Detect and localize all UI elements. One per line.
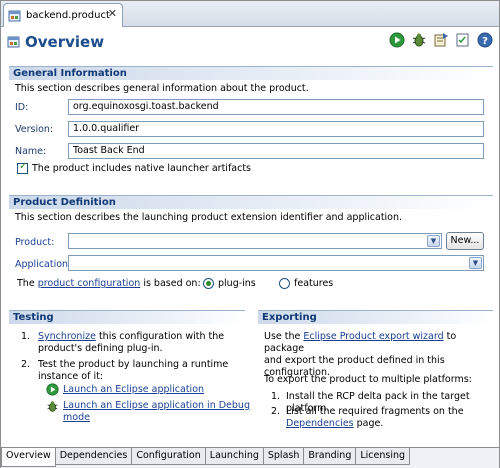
export-platforms-intro: To export the product to multiple platfo… bbox=[264, 374, 472, 385]
application-combo[interactable]: ▼ bbox=[68, 255, 484, 271]
testing-step-2-number: 2. bbox=[21, 359, 31, 370]
product-file-icon bbox=[8, 9, 22, 23]
plugins-radio-label: plug-ins bbox=[218, 278, 256, 289]
launch-debug-link-line-2[interactable]: mode bbox=[63, 412, 90, 423]
export-step-2-text: List all the required fragments on the bbox=[286, 406, 464, 417]
editor-page-tabs: Overview Dependencies Configuration Laun… bbox=[1, 447, 499, 468]
launcher-checkbox[interactable] bbox=[17, 161, 28, 174]
features-radio-label: features bbox=[294, 278, 334, 289]
product-export-wizard-link[interactable]: Eclipse Product export wizard bbox=[303, 331, 443, 342]
section-description: This section describes general informati… bbox=[15, 83, 309, 94]
features-radio[interactable] bbox=[279, 278, 290, 289]
synchronize-link[interactable]: Synchronize bbox=[38, 331, 96, 342]
launch-application-row[interactable]: Launch an Eclipse application bbox=[46, 383, 204, 396]
editor-tab-label: backend.product bbox=[26, 10, 110, 21]
section-title: Exporting bbox=[258, 310, 493, 324]
run-icon bbox=[46, 383, 59, 396]
tab-dependencies[interactable]: Dependencies bbox=[54, 448, 133, 465]
testing-step-1: Synchronize this configuration with the … bbox=[38, 331, 243, 355]
debug-icon[interactable] bbox=[411, 32, 427, 48]
name-label: Name: bbox=[15, 146, 47, 157]
launcher-checkbox-row[interactable]: The product includes native launcher art… bbox=[17, 161, 252, 174]
overview-icon bbox=[7, 35, 21, 49]
tab-overview[interactable]: Overview bbox=[1, 448, 56, 467]
id-field[interactable]: org.equinoxosgi.toast.backend bbox=[68, 99, 484, 115]
chevron-down-icon[interactable]: ▼ bbox=[427, 235, 440, 247]
export-icon[interactable] bbox=[433, 32, 449, 48]
based-on-row: The product configuration is based on: bbox=[17, 278, 201, 289]
export-line-1-prefix: Use the bbox=[264, 331, 301, 342]
testing-step-1-text: this configuration with the bbox=[98, 331, 225, 342]
launch-eclipse-application-link[interactable]: Launch an Eclipse application bbox=[63, 384, 204, 395]
tab-configuration[interactable]: Configuration bbox=[131, 448, 206, 465]
export-step-1-number: 1. bbox=[271, 391, 281, 402]
launcher-checkbox-label: The product includes native launcher art… bbox=[32, 163, 252, 174]
editor-tab-bar: backend.product ✕ bbox=[1, 1, 499, 27]
launch-debug-row[interactable]: Launch an Eclipse application in Debug m… bbox=[46, 400, 250, 424]
testing-step-1-text-2: product's defining plug-in. bbox=[38, 343, 163, 354]
synchronize-icon[interactable] bbox=[455, 32, 471, 48]
section-title: General Information bbox=[9, 66, 493, 80]
launch-debug-link-line-1[interactable]: Launch an Eclipse application in Debug bbox=[63, 400, 250, 411]
exporting-intro: Use the Eclipse Product export wizard to… bbox=[264, 331, 496, 379]
export-step-2-suffix: page. bbox=[356, 418, 384, 429]
version-label: Version: bbox=[15, 124, 54, 135]
id-label: ID: bbox=[15, 102, 29, 113]
form-toolbar: ? bbox=[389, 32, 493, 48]
name-field[interactable]: Toast Back End bbox=[68, 143, 484, 159]
testing-step-2-text: Test the product by launching a runtime bbox=[38, 359, 229, 370]
tab-branding[interactable]: Branding bbox=[303, 448, 357, 465]
testing-step-2: Test the product by launching a runtime … bbox=[38, 359, 243, 383]
close-icon[interactable]: ✕ bbox=[108, 7, 117, 20]
page-title: Overview bbox=[25, 33, 105, 51]
section-description: This section describes the launching pro… bbox=[15, 212, 403, 223]
radio-features-row[interactable]: features bbox=[279, 278, 333, 289]
chevron-down-icon[interactable]: ▼ bbox=[469, 257, 482, 269]
help-icon[interactable]: ? bbox=[477, 32, 493, 48]
based-on-prefix: The bbox=[17, 278, 35, 289]
testing-step-2-text-2: instance of it: bbox=[38, 371, 104, 382]
tab-launching[interactable]: Launching bbox=[204, 448, 264, 465]
section-title: Testing bbox=[9, 310, 245, 324]
product-combo[interactable]: ▼ bbox=[68, 233, 442, 249]
debug-icon bbox=[46, 400, 59, 413]
based-on-suffix: is based on: bbox=[143, 278, 201, 289]
dependencies-link[interactable]: Dependencies bbox=[286, 418, 354, 429]
new-product-button[interactable]: New... bbox=[446, 232, 484, 250]
form-header: Overview ? bbox=[7, 29, 495, 55]
launch-debug-link[interactable]: Launch an Eclipse application in Debug m… bbox=[63, 400, 250, 424]
export-step-2-number: 2. bbox=[271, 406, 281, 417]
plugins-radio[interactable] bbox=[203, 278, 214, 289]
editor-tab-backend-product[interactable]: backend.product ✕ bbox=[3, 3, 123, 27]
run-icon[interactable] bbox=[389, 32, 405, 48]
export-step-2: List all the required fragments on the D… bbox=[286, 406, 496, 430]
section-title: Product Definition bbox=[9, 195, 493, 209]
tab-splash[interactable]: Splash bbox=[262, 448, 305, 465]
product-label: Product: bbox=[15, 237, 55, 248]
testing-step-1-number: 1. bbox=[21, 331, 31, 342]
product-editor: backend.product ✕ Overview ? General Inf… bbox=[0, 0, 500, 468]
radio-plugins-row[interactable]: plug-ins bbox=[203, 278, 256, 289]
svg-text:?: ? bbox=[482, 36, 488, 47]
application-label: Application: bbox=[15, 259, 72, 270]
version-field[interactable]: 1.0.0.qualifier bbox=[68, 121, 484, 137]
tab-licensing[interactable]: Licensing bbox=[355, 448, 411, 465]
product-configuration-link[interactable]: product configuration bbox=[38, 278, 141, 289]
